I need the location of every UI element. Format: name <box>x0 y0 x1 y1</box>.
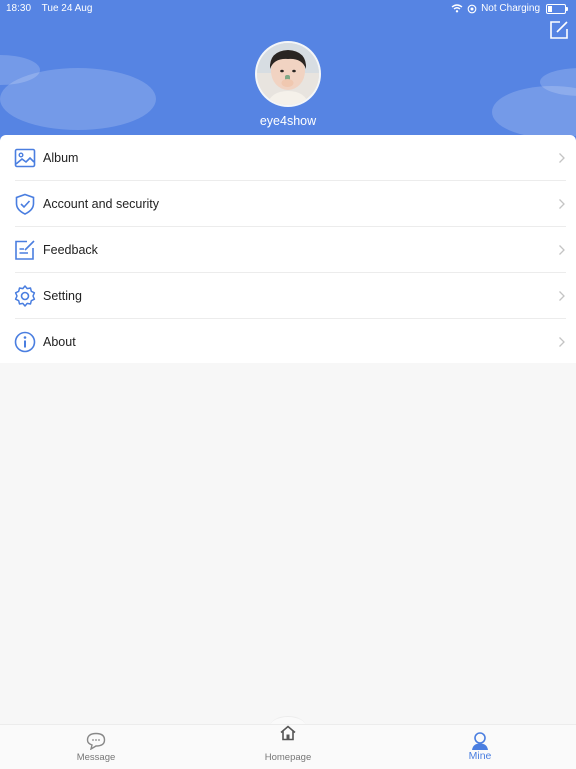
menu-item-label: About <box>43 335 76 349</box>
menu-item-account-security[interactable]: Account and security <box>0 181 576 226</box>
username: eye4show <box>259 114 317 128</box>
edit-profile-button[interactable] <box>548 19 570 41</box>
tab-label: Mine <box>468 750 492 762</box>
chevron-right-icon <box>559 291 565 301</box>
chevron-right-icon <box>559 199 565 209</box>
menu-item-feedback[interactable]: Feedback <box>0 227 576 272</box>
orientation-lock-icon <box>467 4 477 13</box>
menu-item-label: Account and security <box>43 197 160 211</box>
gear-icon <box>14 285 36 307</box>
menu-item-label: Album <box>43 151 79 165</box>
feedback-icon <box>15 240 35 260</box>
status-bar: 18:30 Tue 24 Aug Not Charging <box>0 0 576 16</box>
menu-item-label: Feedback <box>43 243 98 257</box>
battery-icon <box>546 3 568 14</box>
avatar[interactable] <box>255 41 321 107</box>
chevron-right-icon <box>559 337 565 347</box>
tab-label: Message <box>76 752 116 763</box>
charging-status: Not Charging <box>481 3 540 14</box>
chevron-right-icon <box>559 245 565 255</box>
profile-header: 18:30 Tue 24 Aug Not Charging eye4show <box>0 0 576 150</box>
chevron-right-icon <box>559 153 565 163</box>
home-icon <box>280 725 296 741</box>
status-time: 18:30 <box>6 3 32 14</box>
album-icon <box>14 148 36 168</box>
menu-item-label: Setting <box>43 289 82 303</box>
tab-label: Homepage <box>264 752 312 763</box>
person-icon <box>472 732 488 750</box>
menu-list: Album Account and security Feedback Sett… <box>0 135 576 363</box>
avatar-photo <box>257 43 319 105</box>
info-icon <box>14 331 36 353</box>
menu-item-album[interactable]: Album <box>0 135 576 180</box>
menu-item-setting[interactable]: Setting <box>0 273 576 318</box>
tab-bar: Message Homepage Mine <box>0 724 576 769</box>
tab-mine[interactable]: Mine <box>440 725 520 769</box>
shield-icon <box>15 193 35 215</box>
message-icon <box>86 732 106 750</box>
status-date: Tue 24 Aug <box>41 3 93 14</box>
tab-homepage[interactable]: Homepage <box>248 725 328 769</box>
tab-message[interactable]: Message <box>56 725 136 769</box>
cloud-decoration <box>492 86 576 138</box>
menu-item-about[interactable]: About <box>0 319 576 364</box>
wifi-icon <box>451 4 463 13</box>
